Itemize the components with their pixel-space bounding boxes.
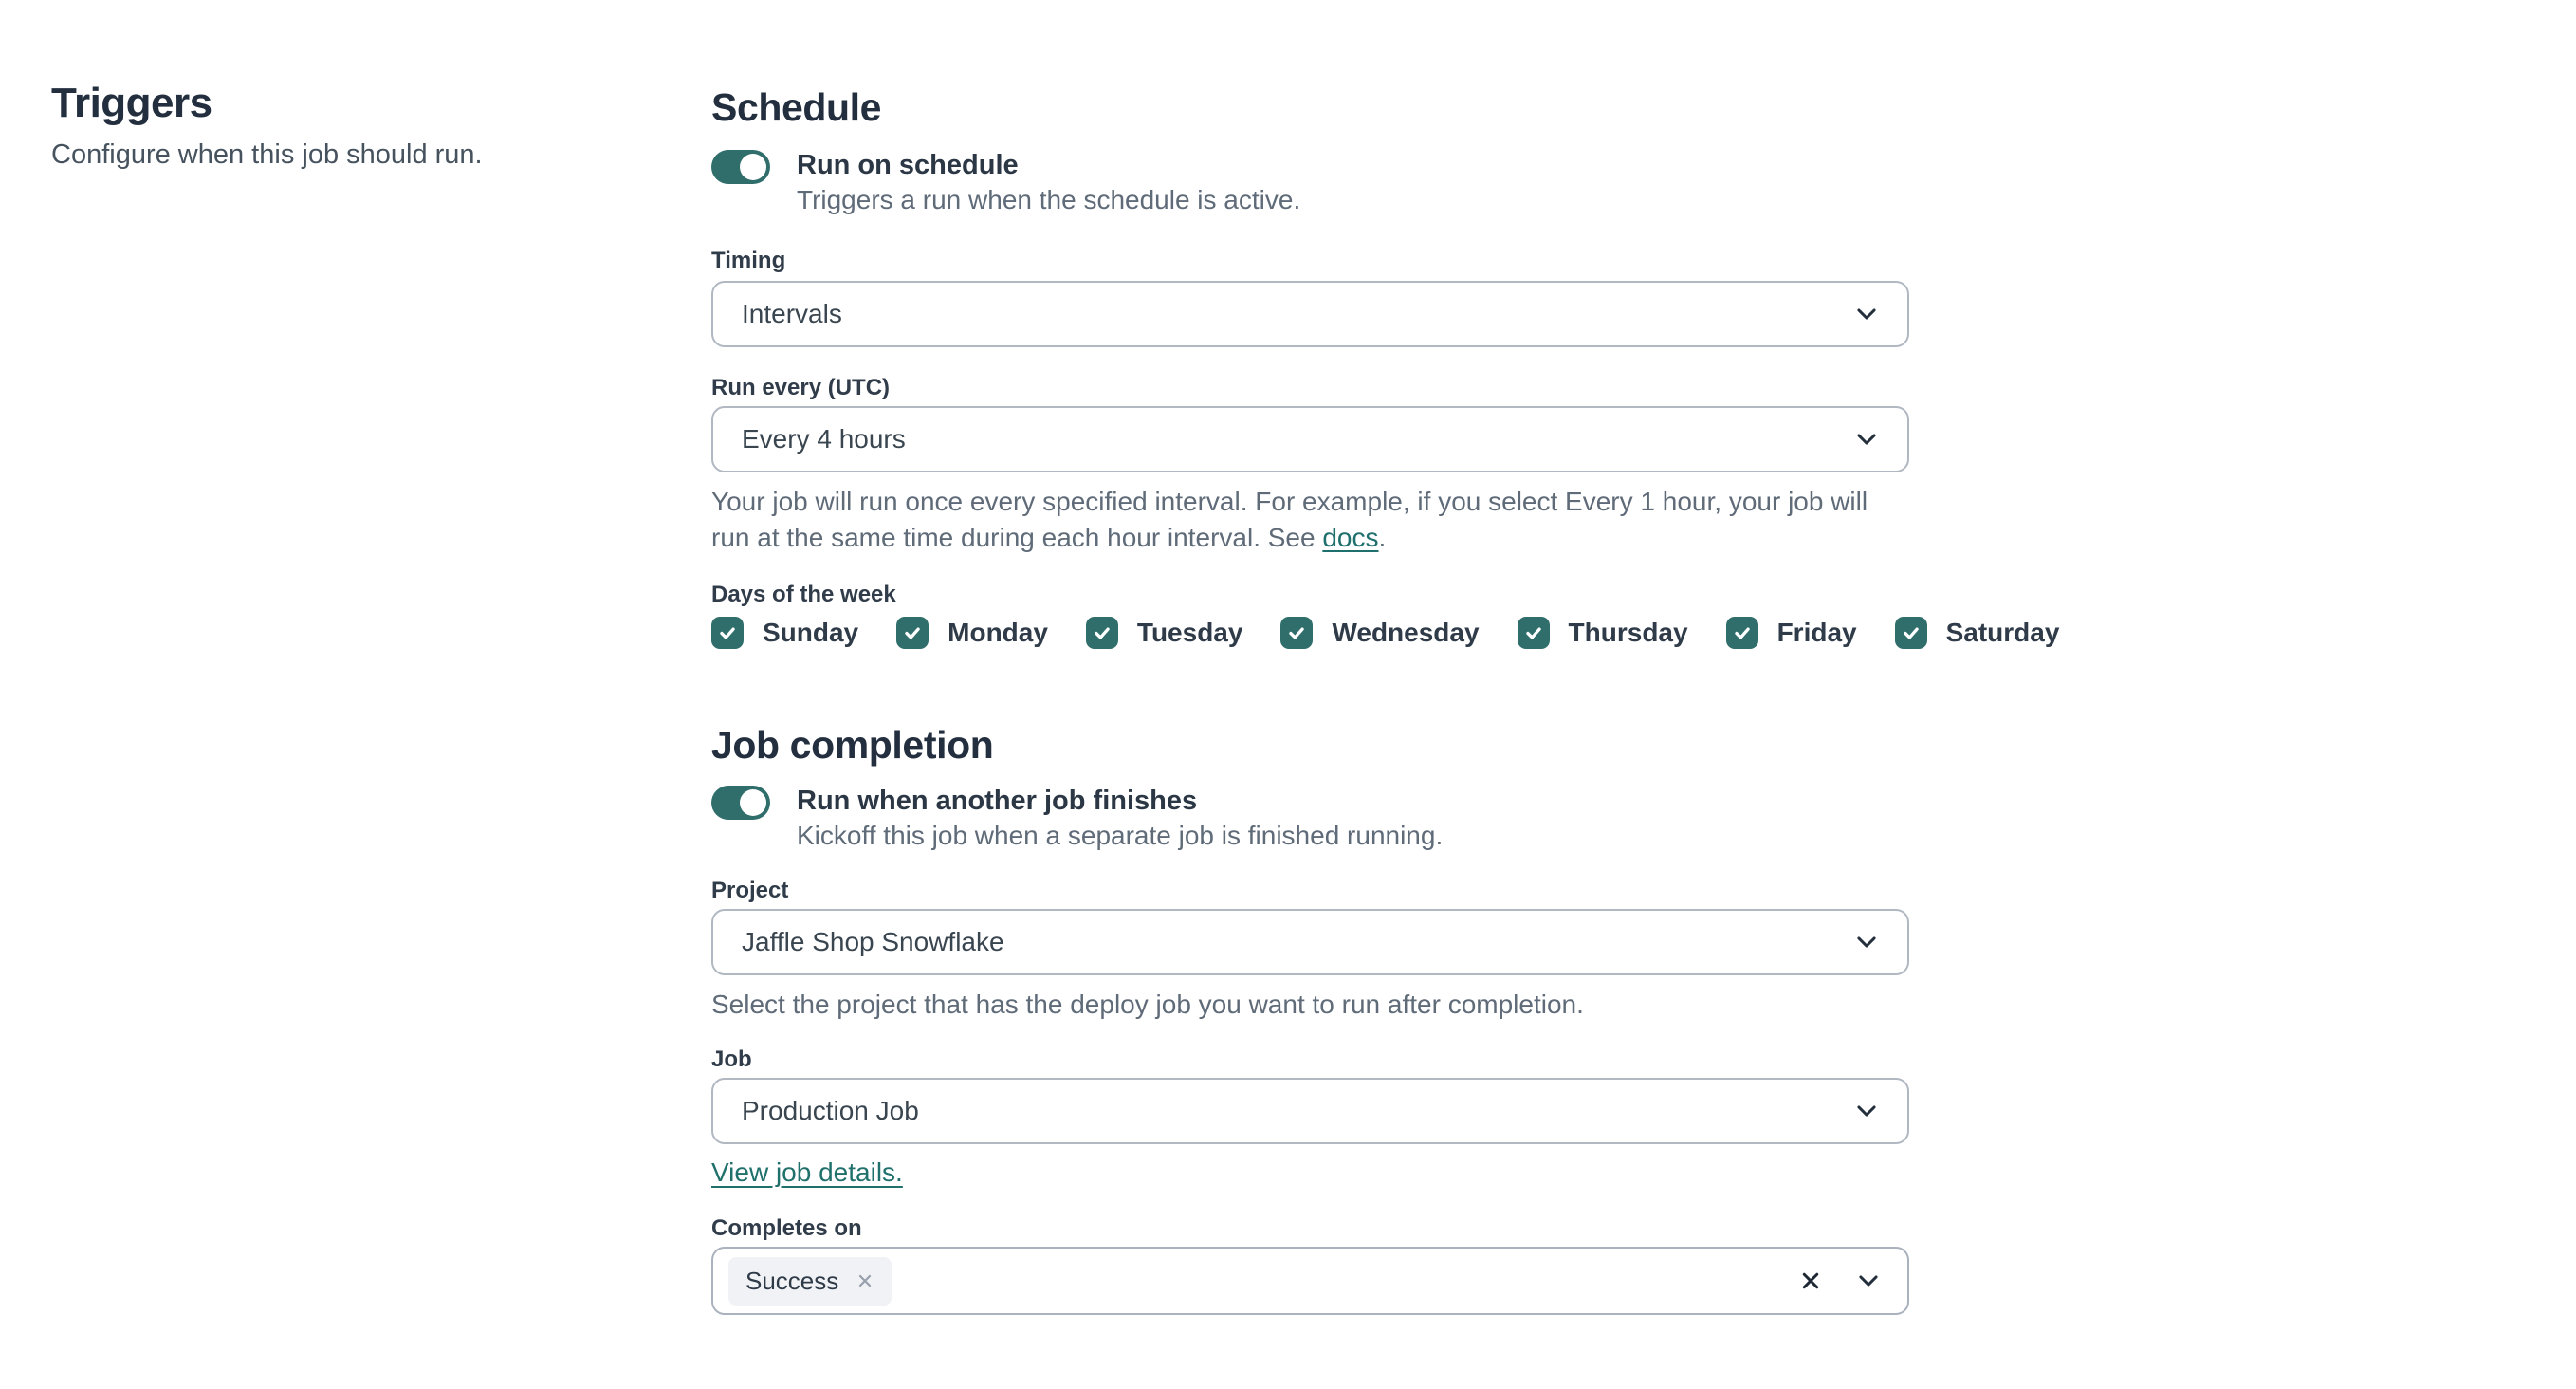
day-label: Sunday (763, 618, 859, 647)
days-of-week-row: Sunday Monday Tuesday Wednesday Thursday… (711, 617, 2059, 649)
checkbox-checked-icon (1280, 617, 1314, 649)
triggers-form-panel: Schedule Run on schedule Triggers a run … (711, 83, 2059, 1315)
checkbox-checked-icon (1517, 617, 1550, 649)
view-job-details-link[interactable]: View job details. (711, 1156, 903, 1190)
page-subtitle: Configure when this job should run. (51, 139, 483, 170)
checkbox-checked-icon (1085, 617, 1118, 649)
tag-remove-icon[interactable] (856, 1271, 874, 1290)
project-help-text: Select the project that has the deploy j… (711, 990, 1584, 1019)
chevron-down-icon (1854, 1099, 1879, 1123)
run-on-schedule-toggle[interactable] (711, 150, 770, 184)
day-checkbox-monday[interactable]: Monday (896, 617, 1048, 649)
checkbox-checked-icon (1894, 617, 1927, 649)
checkbox-checked-icon (1725, 617, 1758, 649)
project-label: Project (711, 878, 789, 903)
days-of-week-label: Days of the week (711, 582, 896, 607)
run-on-schedule-description: Triggers a run when the schedule is acti… (797, 185, 1301, 214)
run-every-help-text: Your job will run once every specified i… (711, 484, 1902, 556)
schedule-heading: Schedule (711, 85, 882, 129)
day-label: Tuesday (1136, 618, 1243, 647)
checkbox-checked-icon (711, 617, 744, 649)
run-when-job-finishes-toggle[interactable] (711, 786, 770, 820)
help-text-segment: Your job will run once every specified i… (711, 487, 1868, 552)
run-every-label: Run every (UTC) (711, 375, 891, 400)
chevron-down-icon (1854, 427, 1879, 452)
toggle-knob (740, 154, 766, 180)
day-label: Thursday (1568, 618, 1688, 647)
day-checkbox-sunday[interactable]: Sunday (711, 617, 858, 649)
chevron-down-icon (1854, 302, 1879, 326)
clear-all-icon[interactable] (1799, 1269, 1822, 1292)
page-title: Triggers (51, 80, 212, 126)
completes-on-multiselect[interactable]: Success (711, 1247, 1909, 1315)
run-when-job-finishes-description: Kickoff this job when a separate job is … (797, 821, 1444, 850)
run-every-select[interactable]: Every 4 hours (711, 406, 1909, 472)
run-when-job-finishes-row: Run when another job finishes Kickoff th… (711, 784, 1909, 854)
job-completion-heading: Job completion (711, 723, 994, 767)
timing-select-value: Intervals (742, 299, 842, 328)
job-select-value: Production Job (742, 1096, 919, 1125)
help-text-segment: . (1378, 523, 1387, 552)
triggers-intro-panel: Triggers Configure when this job should … (51, 80, 639, 173)
timing-label: Timing (711, 248, 786, 273)
chevron-down-icon (1854, 930, 1879, 954)
day-label: Wednesday (1332, 618, 1480, 647)
chevron-down-icon[interactable] (1856, 1269, 1881, 1293)
toggle-knob (740, 789, 766, 816)
day-checkbox-saturday[interactable]: Saturday (1894, 617, 2060, 649)
docs-link[interactable]: docs (1322, 523, 1378, 552)
timing-select[interactable]: Intervals (711, 281, 1909, 347)
run-on-schedule-text: Run on schedule Triggers a run when the … (797, 148, 1300, 218)
run-when-job-finishes-label: Run when another job finishes (797, 786, 1198, 816)
day-label: Friday (1776, 618, 1857, 647)
completes-on-label: Completes on (711, 1215, 862, 1241)
selected-tag-success: Success (728, 1256, 892, 1306)
checkbox-checked-icon (896, 617, 929, 649)
tag-label: Success (745, 1266, 839, 1295)
day-checkbox-tuesday[interactable]: Tuesday (1085, 617, 1243, 649)
day-checkbox-friday[interactable]: Friday (1725, 617, 1857, 649)
run-when-job-finishes-text: Run when another job finishes Kickoff th… (797, 784, 1443, 854)
job-label: Job (711, 1046, 752, 1072)
run-on-schedule-row: Run on schedule Triggers a run when the … (711, 148, 1909, 218)
day-checkbox-wednesday[interactable]: Wednesday (1280, 617, 1480, 649)
day-label: Saturday (1945, 618, 2060, 647)
run-every-select-value: Every 4 hours (742, 424, 906, 454)
job-select[interactable]: Production Job (711, 1078, 1909, 1144)
project-select-value: Jaffle Shop Snowflake (742, 927, 1004, 956)
run-on-schedule-label: Run on schedule (797, 150, 1019, 180)
triggers-settings-page: Triggers Configure when this job should … (0, 0, 2576, 1389)
day-label: Monday (948, 618, 1048, 647)
project-select[interactable]: Jaffle Shop Snowflake (711, 909, 1909, 975)
day-checkbox-thursday[interactable]: Thursday (1517, 617, 1688, 649)
